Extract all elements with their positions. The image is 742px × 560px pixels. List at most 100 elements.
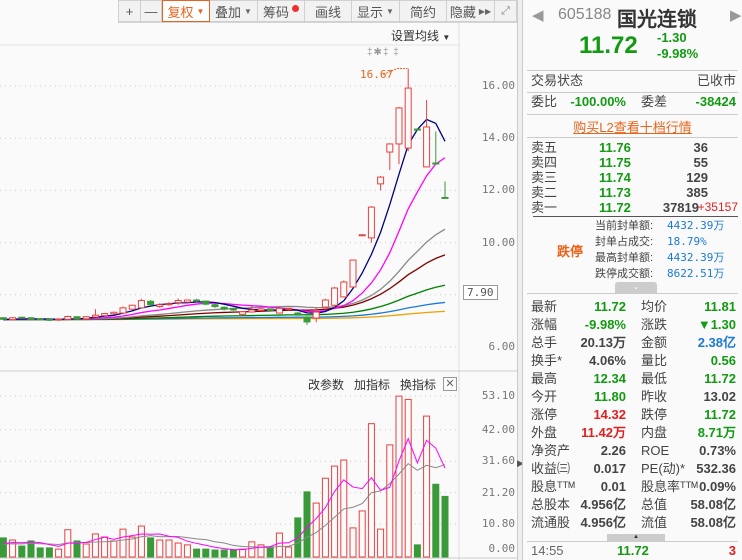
volume-bar: [404, 398, 412, 558]
stat-row: 最新 11.72 均价 11.81: [531, 299, 736, 315]
stat-row: 外盘 11.42万 内盘 8.71万: [531, 425, 736, 441]
volume-bar: [331, 465, 339, 558]
candle-body: [321, 299, 329, 308]
stat-row: 今开 11.80 昨收 13.02: [531, 389, 736, 405]
volume-bar: [36, 547, 44, 558]
stat-label: 最新: [531, 299, 558, 314]
stat-row: 涨幅 -9.98% 涨跌 ▼1.30: [531, 317, 736, 333]
volume-bar: [183, 544, 191, 558]
limit-row-label: 封单占成交:: [595, 236, 654, 248]
candle-body: [229, 307, 237, 311]
add-indicator-button[interactable]: 加指标: [354, 376, 390, 393]
ask-level-label: 卖二: [531, 185, 558, 200]
stat-row: 收益㈢ 0.017 PE(动)* 532.36: [531, 461, 736, 477]
ma-setting-dropdown[interactable]: 设置均线 ▼: [391, 27, 450, 44]
tick-volume: 3: [728, 543, 736, 558]
weicha-value: -38424: [695, 94, 736, 109]
ask-level-label: 卖四: [531, 155, 558, 170]
divider: [527, 293, 738, 294]
volume-bar: [156, 539, 164, 558]
candle-body: [367, 206, 375, 239]
ask-volume: 129: [686, 170, 708, 185]
stat-value: 12.34: [593, 371, 626, 386]
stat-value: 11.72: [594, 299, 626, 314]
last-price: 11.72: [579, 32, 638, 59]
volume-bar: [413, 544, 421, 558]
volume-bar: [110, 540, 118, 558]
price-change-pct: -9.98%: [657, 46, 699, 61]
ask-price: 11.73: [599, 185, 631, 200]
candle-body: [165, 303, 173, 306]
volume-bar: [229, 549, 237, 558]
stat-value: 0.01: [600, 479, 626, 494]
candle-body: [432, 162, 440, 165]
caret-up-icon: ▲: [633, 534, 639, 540]
candle-body: [147, 300, 155, 306]
ask-volume: 36: [693, 140, 708, 155]
stat-value: 4.06%: [589, 353, 626, 368]
weicha-label: 委差: [641, 94, 668, 109]
volume-axis-label: 53.10: [481, 389, 515, 403]
divider: [527, 541, 738, 542]
candle-body: [349, 259, 357, 288]
stat-label: 流值: [641, 515, 668, 530]
stat-row: 总手 20.13万 金额 2.38亿: [531, 335, 736, 351]
stat-value: 0.73%: [699, 443, 736, 458]
candle-body: [91, 314, 99, 318]
ask-price: 11.76: [599, 140, 631, 155]
tick-price: 11.72: [617, 543, 649, 558]
collapse-tab[interactable]: ▲: [607, 534, 665, 541]
event-markers[interactable]: ‡✱‡ ‡: [367, 47, 400, 58]
l2-purchase-link[interactable]: 购买L2查看十档行情: [523, 117, 742, 136]
expand-tab[interactable]: ⌄: [615, 282, 657, 293]
trade-status-label: 交易状态: [531, 73, 584, 88]
divider: [527, 70, 738, 71]
limit-row-label: 跌停成交额:: [595, 268, 654, 280]
stat-label: 内盘: [641, 425, 668, 440]
stat-value: -9.98%: [584, 317, 626, 332]
prev-stock-icon[interactable]: ◀: [532, 6, 544, 24]
close-indicator-button[interactable]: ✕: [443, 377, 457, 391]
ma20-line: [3, 228, 446, 321]
stat-label: 涨停: [531, 407, 558, 422]
stat-label: 股息ᵀᵀᴹ: [531, 479, 575, 494]
ma-setting-label: 设置均线: [391, 29, 440, 43]
next-stock-icon[interactable]: ▶: [730, 6, 742, 24]
volume-bar: [137, 525, 145, 558]
stat-row: 净资产 2.26 ROE 0.73%: [531, 443, 736, 459]
stat-value: 4.956亿: [580, 515, 626, 530]
candle-body: [358, 234, 366, 237]
stat-row: 最高 12.34 最低 11.72: [531, 371, 736, 387]
candle-body: [174, 300, 182, 304]
stat-row: 换手* 4.06% 量比 0.56: [531, 353, 736, 369]
ask-volume: 37819: [662, 200, 699, 215]
ma5-line: [3, 118, 446, 321]
divider: [527, 137, 738, 138]
stat-label: 股息率ᵀᵀᴹ: [641, 479, 698, 494]
candle-body: [248, 309, 256, 313]
volume-bar: [18, 545, 26, 558]
volume-axis-label: 21.20: [481, 485, 515, 499]
edit-params-button[interactable]: 改参数: [308, 376, 344, 393]
candle-body: [395, 107, 403, 145]
candle-body: [257, 308, 265, 311]
volume-bar: [55, 548, 63, 558]
volume-bar: [0, 537, 7, 558]
ask-volume: 385: [686, 185, 708, 200]
volume-bar: [211, 549, 219, 558]
candle-body: [441, 196, 449, 199]
volume-bar: [367, 423, 375, 558]
stat-row: 涨停 14.32 跌停 11.72: [531, 407, 736, 423]
volume-bar: [202, 548, 210, 558]
volume-bar: [303, 491, 311, 558]
switch-indicator-button[interactable]: 换指标: [400, 376, 436, 393]
indicator-toolbar: 改参数 加指标 换指标: [308, 376, 436, 393]
candle-body: [239, 311, 247, 315]
volume-bar: [119, 528, 127, 558]
candle-body: [340, 281, 348, 298]
stat-value: 58.08亿: [690, 497, 736, 512]
stat-value: ▼1.30: [697, 317, 736, 332]
kline-chart[interactable]: [0, 0, 520, 560]
limit-row-value: 18.79%: [667, 235, 707, 248]
price-axis-label: 10.00: [481, 235, 515, 249]
